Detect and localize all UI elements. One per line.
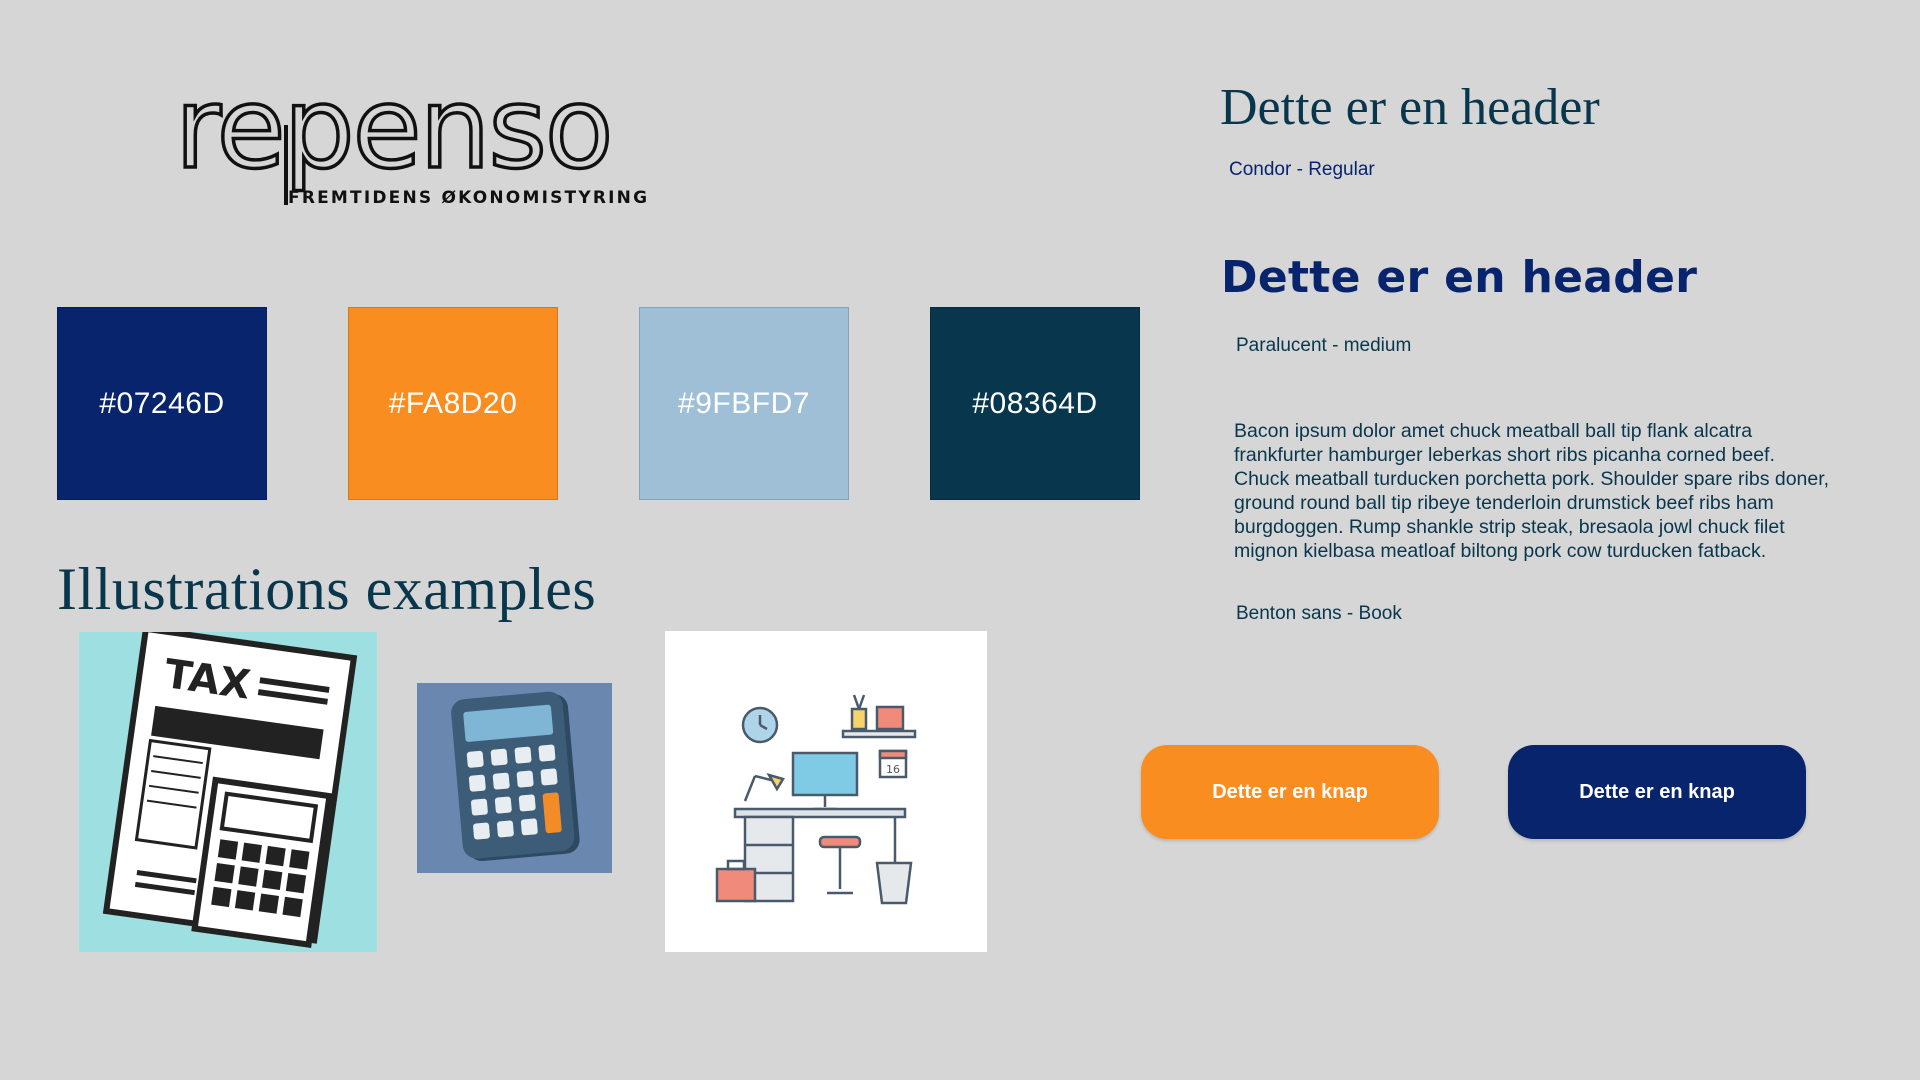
logo-wordmark: repenso bbox=[175, 65, 611, 194]
color-swatch-navy: #07246D bbox=[57, 307, 267, 500]
font-caption-paralucent: Paralucent - medium bbox=[1236, 335, 1412, 356]
swatch-hex-label: #08364D bbox=[972, 386, 1098, 420]
font-caption-condor: Condor - Regular bbox=[1229, 159, 1375, 180]
desk-icon: 16 bbox=[715, 694, 917, 905]
calculator-icon bbox=[451, 691, 580, 862]
swatch-hex-label: #FA8D20 bbox=[388, 386, 518, 420]
secondary-button-navy[interactable]: Dette er en knap bbox=[1508, 745, 1806, 839]
swatch-hex-label: #07246D bbox=[99, 386, 225, 420]
logo-tagline: FREMTIDENS ØKONOMISTYRING bbox=[288, 188, 649, 208]
font-caption-benton: Benton sans - Book bbox=[1236, 603, 1402, 624]
desk-workspace-illustration: 16 bbox=[665, 631, 987, 952]
tax-calculator-illustration: TAX bbox=[79, 632, 377, 952]
color-swatch-dark-teal: #08364D bbox=[930, 307, 1140, 500]
color-swatch-light-blue: #9FBFD7 bbox=[639, 307, 849, 500]
repenso-logo: repenso FREMTIDENS ØKONOMISTYRING bbox=[173, 62, 650, 215]
calendar-day: 16 bbox=[886, 763, 900, 776]
header-serif-sample: Dette er en header bbox=[1220, 79, 1600, 136]
tax-document-icon: TAX bbox=[102, 632, 358, 948]
calculator-illustration bbox=[417, 683, 612, 873]
swatch-hex-label: #9FBFD7 bbox=[678, 386, 810, 420]
color-swatch-orange: #FA8D20 bbox=[348, 307, 558, 500]
primary-button-orange[interactable]: Dette er en knap bbox=[1141, 745, 1439, 839]
body-text-sample: Bacon ipsum dolor amet chuck meatball ba… bbox=[1234, 420, 1830, 562]
illustrations-title: Illustrations examples bbox=[57, 556, 597, 622]
header-sans-sample: Dette er en header bbox=[1221, 252, 1698, 303]
logo-graphic: repenso FREMTIDENS ØKONOMISTYRING bbox=[173, 62, 649, 208]
